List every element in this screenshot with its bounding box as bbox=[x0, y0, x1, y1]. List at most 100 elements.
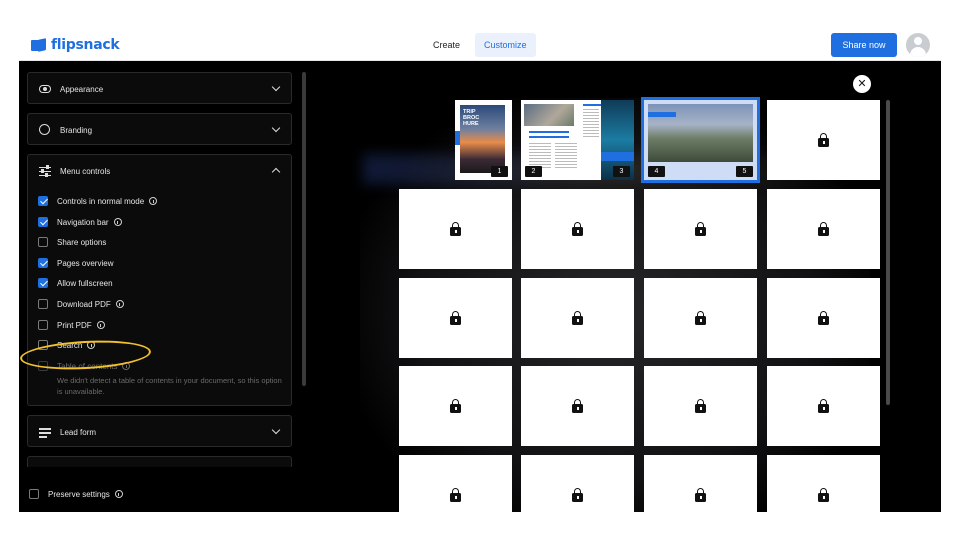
lock-icon bbox=[572, 399, 583, 413]
checkbox[interactable] bbox=[38, 278, 48, 288]
checkbox[interactable] bbox=[38, 299, 48, 309]
appearance-label: Appearance bbox=[60, 84, 104, 94]
thumbnail-pages-2-3[interactable]: 2 3 bbox=[521, 100, 634, 180]
google-analytics-header[interactable]: Google Analytics bbox=[28, 457, 291, 478]
info-icon[interactable] bbox=[113, 218, 122, 226]
thumbnail-locked[interactable] bbox=[521, 278, 634, 358]
thumbnail-locked[interactable] bbox=[767, 278, 880, 358]
option-navigation-bar[interactable]: Navigation bar bbox=[38, 215, 122, 229]
lead-form-panel: Lead form bbox=[27, 415, 292, 447]
checkbox[interactable] bbox=[38, 320, 48, 330]
option-allow-fullscreen[interactable]: Allow fullscreen bbox=[38, 276, 113, 290]
thumbnail-locked[interactable] bbox=[644, 455, 757, 512]
close-pages-overview-button[interactable]: ✕ bbox=[853, 75, 871, 93]
page-number: 4 bbox=[648, 166, 665, 177]
google-analytics-label: Google Analytics bbox=[60, 468, 120, 478]
option-controls-normal-mode[interactable]: Controls in normal mode bbox=[38, 194, 158, 208]
page-number: 3 bbox=[613, 166, 630, 177]
lead-form-label: Lead form bbox=[60, 427, 97, 437]
page-number: 1 bbox=[491, 166, 508, 177]
preserve-settings[interactable]: Preserve settings bbox=[29, 489, 123, 499]
google-analytics-panel: Google Analytics bbox=[27, 456, 292, 478]
lock-icon bbox=[818, 399, 829, 413]
thumbnail-locked[interactable] bbox=[767, 366, 880, 446]
branding-label: Branding bbox=[60, 125, 93, 135]
app-window: flipsnack Create Customize Share now App… bbox=[19, 29, 941, 512]
lock-icon bbox=[450, 399, 461, 413]
checkbox[interactable] bbox=[38, 237, 48, 247]
flipsnack-logo[interactable]: flipsnack bbox=[31, 35, 120, 55]
page-2-image bbox=[524, 104, 574, 126]
thumbnail-locked[interactable] bbox=[644, 278, 757, 358]
user-avatar[interactable] bbox=[906, 33, 930, 57]
thumbnail-locked[interactable] bbox=[767, 189, 880, 269]
thumbnail-locked[interactable] bbox=[767, 455, 880, 512]
lock-icon bbox=[818, 488, 829, 502]
chevron-down-icon bbox=[271, 82, 281, 92]
cover-title: TRIP BROC HURE bbox=[463, 109, 480, 127]
eye-icon bbox=[38, 82, 52, 96]
toc-unavailable-note: We didn't detect a table of contents in … bbox=[57, 376, 282, 396]
checkbox[interactable] bbox=[38, 196, 48, 206]
chevron-down-icon bbox=[271, 425, 281, 435]
checkbox-disabled bbox=[38, 361, 48, 371]
thumbnail-pages-4-5[interactable]: 4 5 bbox=[641, 97, 760, 183]
checkbox[interactable] bbox=[29, 489, 39, 499]
customize-sidebar: Appearance Branding Menu controls Contro… bbox=[19, 62, 308, 512]
lock-icon bbox=[450, 311, 461, 325]
lock-icon bbox=[450, 488, 461, 502]
lock-icon bbox=[818, 133, 829, 147]
thumbnail-page-1[interactable]: TRIP BROC HURE 1 bbox=[455, 100, 512, 180]
checkbox[interactable] bbox=[38, 340, 48, 350]
option-download-pdf[interactable]: Download PDF bbox=[38, 297, 124, 311]
close-icon: ✕ bbox=[857, 77, 867, 90]
info-icon[interactable] bbox=[149, 197, 158, 205]
thumbnail-locked[interactable] bbox=[644, 189, 757, 269]
option-search[interactable]: Search bbox=[38, 338, 96, 352]
menu-controls-label: Menu controls bbox=[60, 166, 111, 176]
lead-form-header[interactable]: Lead form bbox=[28, 416, 291, 448]
flipsnack-logo-icon bbox=[31, 39, 47, 52]
checkbox[interactable] bbox=[38, 258, 48, 268]
chevron-down-icon bbox=[271, 123, 281, 133]
thumbnail-locked[interactable] bbox=[399, 366, 512, 446]
tab-customize[interactable]: Customize bbox=[475, 33, 536, 57]
sidebar-scrollbar[interactable] bbox=[302, 72, 306, 386]
tab-create[interactable]: Create bbox=[424, 33, 469, 57]
thumbnail-locked[interactable] bbox=[399, 278, 512, 358]
thumbnail-locked[interactable] bbox=[521, 455, 634, 512]
menu-controls-header[interactable]: Menu controls bbox=[28, 155, 291, 187]
lock-icon bbox=[572, 222, 583, 236]
option-print-pdf[interactable]: Print PDF bbox=[38, 318, 105, 332]
lock-icon bbox=[695, 399, 706, 413]
pages-overview-stage: ✕ TRIP BROC HURE 1 2 3 4 5 bbox=[308, 62, 941, 512]
branding-panel: Branding bbox=[27, 113, 292, 145]
lock-icon bbox=[450, 222, 461, 236]
menu-lines-icon bbox=[38, 425, 52, 439]
thumbnail-locked[interactable] bbox=[399, 189, 512, 269]
info-icon[interactable] bbox=[122, 362, 131, 370]
thumbnail-locked[interactable] bbox=[521, 189, 634, 269]
bar-chart-icon bbox=[38, 466, 52, 467]
info-icon[interactable] bbox=[114, 490, 123, 498]
info-icon[interactable] bbox=[115, 300, 124, 308]
lock-icon bbox=[818, 311, 829, 325]
info-icon[interactable] bbox=[87, 341, 96, 349]
sliders-icon bbox=[38, 164, 52, 178]
lock-icon bbox=[695, 311, 706, 325]
appearance-header[interactable]: Appearance bbox=[28, 73, 291, 105]
main-nav: Create Customize bbox=[424, 33, 536, 57]
share-now-button[interactable]: Share now bbox=[831, 33, 897, 57]
thumbnail-locked[interactable] bbox=[767, 100, 880, 180]
pages-grid-scrollbar[interactable] bbox=[886, 100, 890, 405]
thumbnail-locked[interactable] bbox=[644, 366, 757, 446]
branding-header[interactable]: Branding bbox=[28, 114, 291, 146]
menu-controls-panel: Menu controls Controls in normal mode Na… bbox=[19, 154, 292, 406]
chevron-down-icon bbox=[271, 466, 281, 467]
info-icon[interactable] bbox=[96, 321, 105, 329]
checkbox[interactable] bbox=[38, 217, 48, 227]
thumbnail-locked[interactable] bbox=[521, 366, 634, 446]
option-pages-overview[interactable]: Pages overview bbox=[38, 256, 113, 270]
option-share-options[interactable]: Share options bbox=[38, 235, 106, 249]
thumbnail-locked[interactable] bbox=[399, 455, 512, 512]
